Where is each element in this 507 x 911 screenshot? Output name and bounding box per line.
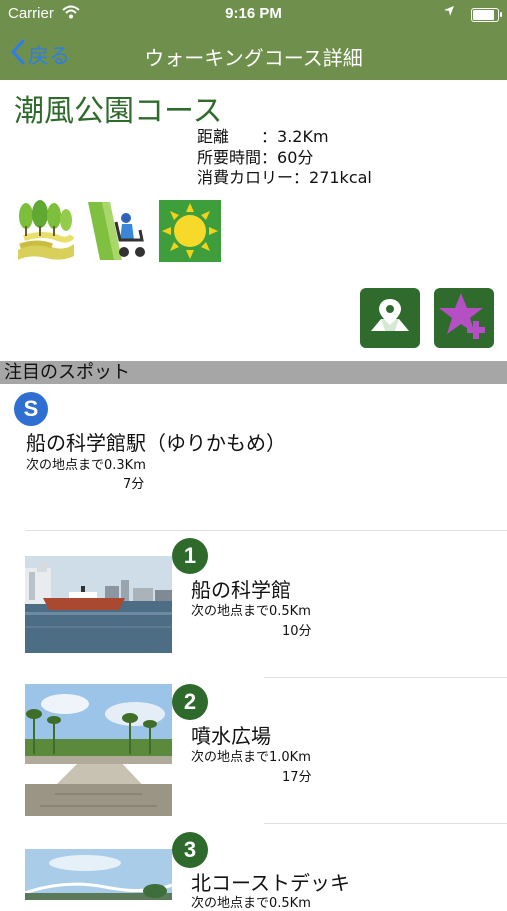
spot-next-time: 17分 (282, 770, 312, 785)
status-bar: Carrier 9:16 PM (0, 0, 507, 28)
spot-photo-ship-museum (25, 556, 172, 653)
map-button[interactable] (360, 288, 420, 348)
spot-next-distance: 次の地点まで0.3Km (26, 458, 146, 473)
calorie-row: 消費カロリー：271kcal (197, 164, 372, 188)
park-trees-icon (14, 200, 76, 262)
page-title: ウォーキングコース詳細 (144, 46, 363, 70)
section-header-label: 注目のスポット (4, 362, 130, 383)
spot-name: 噴水広場 (191, 724, 271, 748)
calorie-label: 消費カロリー： (197, 168, 310, 187)
spot-next-distance: 次の地点まで1.0Km (191, 750, 311, 765)
spot-photo-fountain-plaza (25, 684, 172, 816)
spot-number-badge: 1 (172, 538, 208, 574)
spot-number-badge: 3 (172, 832, 208, 868)
spot-next-distance: 次の地点まで0.5Km (191, 604, 311, 619)
location-arrow-icon (443, 5, 455, 20)
star-add-icon (439, 291, 489, 345)
divider (25, 530, 507, 531)
navigation-bar: 戻る ウォーキングコース詳細 (0, 28, 507, 80)
spot-name: 船の科学館 (191, 578, 291, 602)
spot-next-distance: 次の地点まで0.5Km (191, 896, 311, 911)
start-badge: S (14, 392, 48, 426)
spot-next-time: 10分 (282, 624, 312, 639)
map-pin-icon (369, 297, 411, 339)
calorie-value: 271kcal (309, 168, 372, 187)
clock: 9:16 PM (225, 5, 282, 22)
divider (264, 823, 507, 824)
divider (264, 677, 507, 678)
course-title: 潮風公園コース (14, 94, 223, 129)
section-header: 注目のスポット (0, 361, 507, 384)
add-favorite-button[interactable] (434, 288, 494, 348)
sun-icon (159, 200, 221, 262)
spot-photo-north-coast-deck (25, 849, 172, 900)
spot-number-badge: 2 (172, 684, 208, 720)
spot-name: 船の科学館駅（ゆりかもめ） (26, 431, 286, 455)
stroller-icon (86, 200, 148, 262)
battery-icon (471, 8, 502, 22)
spot-next-time: 7分 (123, 477, 145, 492)
